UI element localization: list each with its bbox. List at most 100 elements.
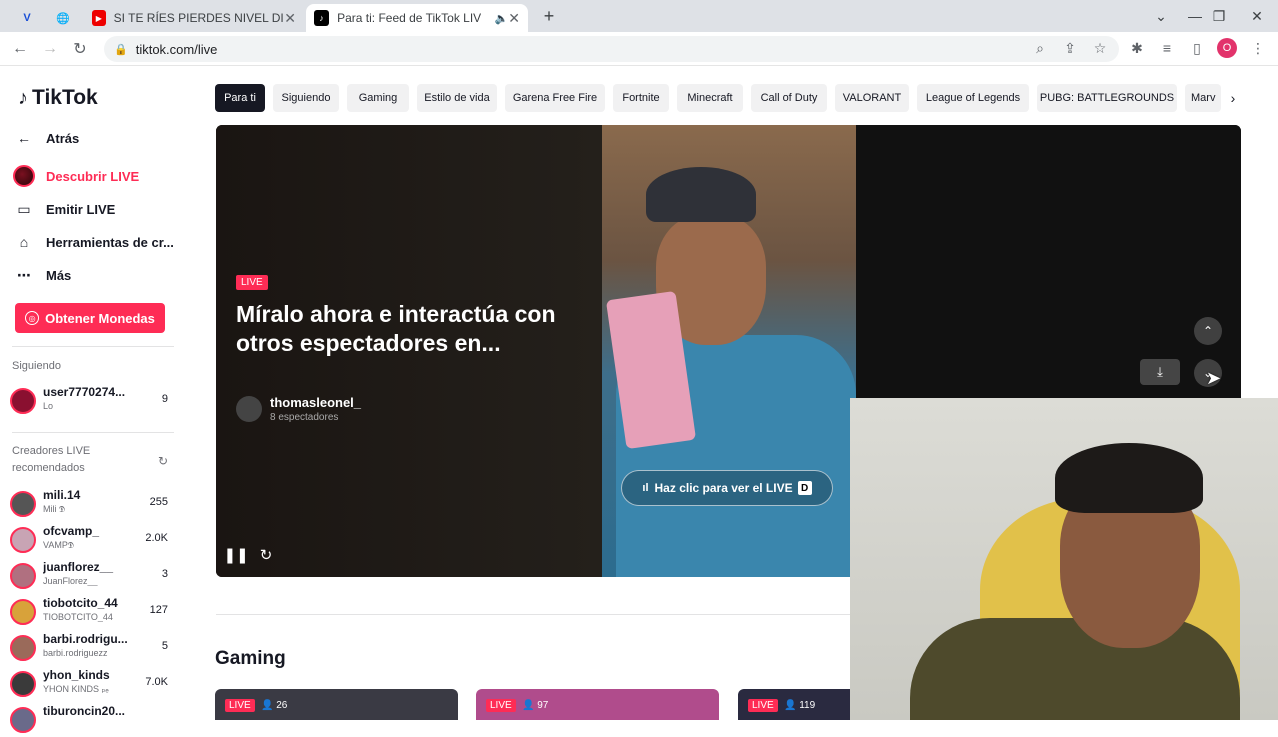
sidebar-item-label: Emitir LIVE: [46, 201, 116, 217]
profile-avatar[interactable]: O: [1217, 38, 1237, 58]
creator-item[interactable]: juanflorez__ JuanFlorez__ 3: [10, 559, 180, 593]
chip-estilo-de-vida[interactable]: Estilo de vida: [417, 84, 497, 112]
coin-icon: ◎: [25, 311, 40, 325]
logo-text: TikTok: [32, 86, 98, 109]
watch-live-button[interactable]: ıl Haz clic para ver el LIVE D: [621, 470, 833, 506]
avatar: [10, 527, 36, 553]
avatar: [10, 491, 36, 517]
close-window-button[interactable]: ✕: [1236, 0, 1278, 32]
viewer-count: 3: [161, 568, 168, 580]
browser-tab-youtube[interactable]: ▶ SI TE RÍES PIERDES NIVEL DIOS😆 ✕: [84, 4, 304, 32]
chip-league-of-legends[interactable]: League of Legends: [917, 84, 1029, 112]
address-bar-row: ← → ↻ 🔒 tiktok.com/live ⌕ ⇪ ☆ ✱ ≡ ▯ O ⋮: [0, 32, 1278, 66]
browser-tab-2[interactable]: 🌐: [48, 4, 82, 32]
tab-title: SI TE RÍES PIERDES NIVEL DIOS😆: [113, 11, 285, 25]
creator-item[interactable]: mili.14 Mili 𝕯 255: [10, 487, 180, 521]
live-avatar-icon: [12, 164, 36, 188]
creator-name: tiobotcito_44: [43, 596, 118, 610]
viewer-count: 255: [149, 496, 168, 508]
following-heading: Siguiendo: [12, 360, 61, 372]
zoom-search-icon[interactable]: ⌕: [1030, 38, 1050, 58]
refresh-icon[interactable]: ↻: [158, 454, 168, 468]
hero-title: Míralo ahora e interactúa con otros espe…: [236, 301, 556, 356]
browser-tab-1[interactable]: V: [14, 4, 48, 32]
recommended-heading: Creadores LIVE recomendados: [12, 445, 91, 474]
gaming-live-card[interactable]: LIVE 👤 26: [215, 689, 458, 720]
viewer-count: 👤 97: [522, 700, 549, 711]
lock-icon: 🔒: [114, 43, 128, 56]
sidebar-item-herramientas[interactable]: ⌂ Herramientas de cr...: [12, 230, 174, 254]
creator-name: ofcvamp_: [43, 524, 100, 538]
creator-item[interactable]: tiobotcito_44 TIOBOTCITO_44 127: [10, 595, 180, 629]
creator-name: juanflorez__: [43, 560, 114, 574]
tab-title: Para ti: Feed de TikTok LIVE: [337, 11, 481, 25]
sidebar-item-emitir-live[interactable]: ▭ Emitir LIVE: [12, 197, 115, 221]
chip-pubg[interactable]: PUBG: BATTLEGROUNDS: [1037, 84, 1177, 112]
restore-button[interactable]: ❐: [1208, 0, 1230, 32]
video-camera-icon: ▭: [17, 200, 31, 217]
speaker-icon[interactable]: 🔈: [495, 12, 509, 25]
avatar: [10, 388, 36, 414]
creator-item[interactable]: barbi.rodrigu... barbi.rodriguezz 5: [10, 631, 180, 665]
close-tab-icon[interactable]: ✕: [508, 10, 520, 27]
chip-para-ti[interactable]: Para ti: [215, 84, 265, 112]
webcam-overlay: [850, 398, 1278, 720]
avatar: [10, 671, 36, 697]
pause-icon[interactable]: ❚❚: [223, 545, 248, 565]
chip-minecraft[interactable]: Minecraft: [677, 84, 743, 112]
hero-host[interactable]: thomasleonel_ 8 espectadores: [236, 395, 361, 423]
refresh-icon[interactable]: ↻: [256, 545, 276, 565]
chip-valorant[interactable]: VALORANT: [835, 84, 909, 112]
bookmark-star-icon[interactable]: ☆: [1090, 38, 1110, 58]
sidebar-item-mas[interactable]: ⋯ Más: [12, 263, 71, 287]
live-bars-icon: ıl: [642, 482, 649, 494]
chip-free-fire[interactable]: Garena Free Fire: [505, 84, 605, 112]
creator-subtitle: TIOBOTCITO_44: [43, 612, 113, 622]
reload-icon[interactable]: ↻: [69, 38, 91, 60]
chip-siguiendo[interactable]: Siguiendo: [273, 84, 339, 112]
creator-item[interactable]: yhon_kinds YHON KINDS ₚₑ 7.0K: [10, 667, 180, 701]
share-icon[interactable]: ⇪: [1060, 38, 1080, 58]
tiktok-logo[interactable]: ♪ TikTok: [18, 86, 98, 110]
divider: [12, 346, 174, 347]
back-arrow-icon[interactable]: ←: [9, 38, 31, 60]
chip-call-of-duty[interactable]: Call of Duty: [751, 84, 827, 112]
coins-label: Obtener Monedas: [45, 310, 155, 326]
download-icon[interactable]: ⤓: [1140, 359, 1180, 385]
creator-item[interactable]: ofcvamp_ VAMP𝕯 2.0K: [10, 523, 180, 557]
url-bar[interactable]: 🔒 tiktok.com/live: [104, 36, 1119, 62]
minimize-button[interactable]: —: [1184, 0, 1206, 32]
host-name: thomasleonel_: [270, 395, 362, 410]
youtube-icon: ▶: [92, 10, 106, 26]
close-tab-icon[interactable]: ✕: [284, 10, 296, 27]
media-queue-icon[interactable]: ≡: [1157, 38, 1177, 58]
tiktok-note-icon: ♪: [18, 86, 28, 109]
extensions-icon[interactable]: ✱: [1127, 38, 1147, 58]
chip-gaming[interactable]: Gaming: [347, 84, 409, 112]
sidebar: ♪ TikTok ← Atrás Descubrir LIVE ▭ Emitir…: [0, 66, 190, 733]
chevron-up-icon[interactable]: ⌃: [1194, 317, 1222, 345]
gaming-section-title: Gaming: [215, 648, 286, 669]
following-item[interactable]: user7770274... Lo 9: [10, 384, 180, 418]
viewer-count: 8 espectadores: [270, 412, 339, 423]
browser-menu-icon[interactable]: ⋮: [1248, 38, 1268, 58]
chip-marvel[interactable]: Marv: [1185, 84, 1221, 112]
sidebar-item-descubrir-live[interactable]: Descubrir LIVE: [12, 164, 139, 188]
forward-arrow-icon[interactable]: →: [39, 38, 61, 60]
browser-tab-tiktok[interactable]: ♪ Para ti: Feed de TikTok LIVE 🔈 ✕: [306, 4, 528, 32]
gaming-live-card[interactable]: LIVE 👤 97: [476, 689, 719, 720]
viewer-count: 2.0K: [145, 532, 168, 544]
globe-icon: 🌐: [56, 12, 70, 25]
creator-item[interactable]: tiburoncin20...: [10, 703, 180, 737]
tab-search-icon[interactable]: ⌄: [1150, 0, 1172, 32]
chip-fortnite[interactable]: Fortnite: [613, 84, 669, 112]
back-link[interactable]: ← Atrás: [12, 126, 79, 150]
viewer-count: 127: [149, 604, 168, 616]
avatar: [236, 396, 262, 422]
new-tab-button[interactable]: +: [538, 0, 560, 32]
chevron-right-icon[interactable]: ›: [1221, 84, 1245, 112]
side-panel-icon[interactable]: ▯: [1187, 38, 1207, 58]
viewer-count: 5: [161, 640, 168, 652]
cta-label: Haz clic para ver el LIVE: [654, 481, 793, 495]
get-coins-button[interactable]: ◎ Obtener Monedas: [15, 303, 165, 333]
